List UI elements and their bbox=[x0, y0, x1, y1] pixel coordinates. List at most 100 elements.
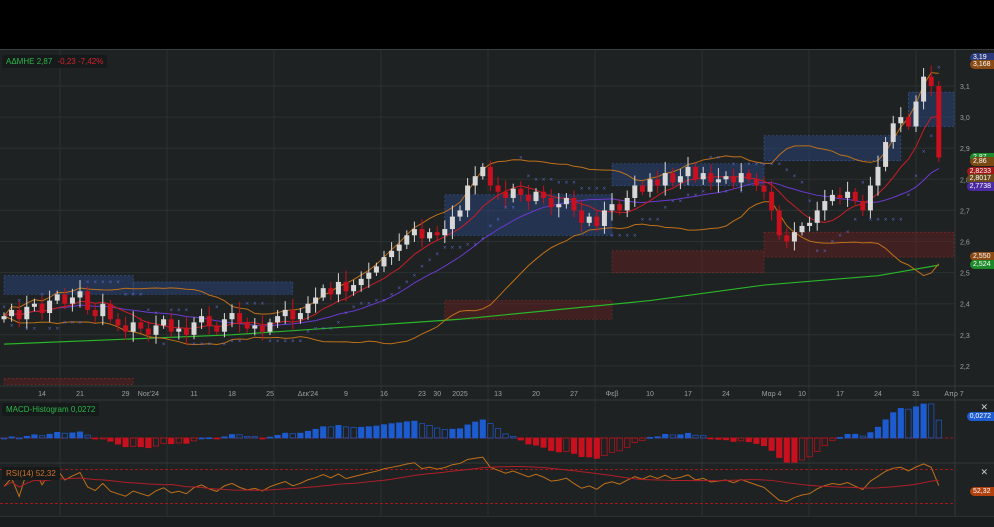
candle-up bbox=[867, 185, 873, 211]
sar-marker: × bbox=[663, 205, 667, 211]
macd-bar bbox=[935, 419, 942, 439]
macd-bar bbox=[335, 425, 342, 439]
sar-marker: × bbox=[739, 190, 743, 196]
sar-marker: × bbox=[701, 190, 705, 196]
candle-down bbox=[92, 309, 98, 317]
sar-marker: × bbox=[276, 339, 280, 345]
x-tick-label: 24 bbox=[722, 391, 730, 398]
candle-down bbox=[708, 173, 714, 183]
candle-up bbox=[472, 176, 478, 186]
sar-marker: × bbox=[793, 174, 797, 180]
candle-up bbox=[913, 101, 919, 127]
candle-down bbox=[761, 185, 767, 192]
drawing-toolbar[interactable] bbox=[0, 516, 994, 527]
candle-down bbox=[206, 316, 212, 326]
price-badge: 2,8017 bbox=[966, 173, 994, 183]
y-tick-label: 2,7 bbox=[960, 208, 970, 215]
macd-bar bbox=[646, 437, 654, 439]
candle-up bbox=[700, 173, 706, 180]
sar-marker: × bbox=[815, 249, 819, 255]
macd-bar bbox=[183, 437, 190, 444]
sar-marker: × bbox=[25, 327, 29, 333]
candle-up bbox=[829, 194, 835, 202]
x-tick-label: 16 bbox=[380, 391, 388, 398]
macd-bar bbox=[38, 435, 46, 439]
supply-zone bbox=[763, 135, 902, 161]
sar-marker: × bbox=[595, 187, 599, 193]
macd-bar bbox=[548, 437, 555, 451]
price-change-pct: -7,42% bbox=[77, 57, 104, 66]
demand-zone bbox=[444, 300, 613, 320]
y-tick-label: 2,2 bbox=[960, 364, 970, 371]
x-tick-label: 17 bbox=[836, 391, 844, 398]
price-change: -0,23 bbox=[57, 57, 76, 66]
macd-bar bbox=[806, 437, 813, 458]
candle-down bbox=[905, 117, 911, 127]
macd-bar bbox=[494, 428, 502, 439]
candle-up bbox=[389, 250, 395, 258]
macd-bar bbox=[563, 437, 570, 452]
sar-marker: × bbox=[420, 264, 424, 270]
sar-marker: × bbox=[519, 156, 523, 162]
macd-bar bbox=[23, 435, 30, 439]
macd-bar bbox=[601, 437, 608, 457]
candle-up bbox=[176, 328, 182, 332]
candle-down bbox=[39, 303, 45, 314]
candle-down bbox=[419, 229, 425, 239]
sar-marker: × bbox=[215, 305, 219, 311]
x-tick-label: 18 bbox=[228, 391, 236, 398]
chart-container[interactable]: 2,2 2,3 2,4 2,5 2,6 2,7 2,8 2,9 3,0 3,1 14 21 29 Noε'… bbox=[0, 49, 994, 527]
x-tick-label: 25 bbox=[266, 391, 274, 398]
macd-bar bbox=[776, 437, 783, 458]
macd-bar bbox=[114, 437, 122, 445]
candle-up bbox=[47, 300, 53, 314]
sar-marker: × bbox=[511, 205, 515, 211]
sar-marker: × bbox=[435, 252, 439, 258]
sar-marker: × bbox=[625, 233, 629, 239]
sar-marker: × bbox=[299, 339, 303, 345]
macd-bar bbox=[555, 437, 562, 453]
macd-label: MACD-Histogram bbox=[6, 405, 69, 414]
macd-bar bbox=[396, 422, 403, 439]
candle-down bbox=[594, 216, 600, 226]
candle-up bbox=[685, 166, 691, 177]
macd-bar bbox=[228, 434, 236, 439]
sar-marker: × bbox=[230, 339, 234, 345]
macd-bar bbox=[304, 430, 312, 439]
macd-bar bbox=[145, 437, 152, 449]
sar-marker: × bbox=[207, 342, 211, 348]
candle-down bbox=[115, 319, 121, 326]
candle-down bbox=[244, 322, 250, 329]
candle-up bbox=[335, 281, 341, 295]
chart-canvas[interactable]: 2,22,32,42,52,62,72,82,93,03,114 21 29 Noε'… bbox=[0, 50, 994, 527]
macd-bar bbox=[570, 437, 578, 454]
macd-bar bbox=[54, 431, 61, 439]
macd-bar bbox=[160, 437, 167, 444]
sar-marker: × bbox=[223, 342, 227, 348]
candle-down bbox=[434, 232, 440, 236]
macd-bar bbox=[69, 432, 76, 439]
candle-down bbox=[290, 309, 296, 320]
sar-marker: × bbox=[876, 218, 880, 224]
sar-marker: × bbox=[359, 302, 363, 308]
sar-marker: × bbox=[565, 180, 569, 186]
candle-up bbox=[427, 232, 433, 239]
sar-marker: × bbox=[785, 168, 789, 174]
macd-bar bbox=[677, 434, 684, 439]
close-rsi-icon[interactable]: ✕ bbox=[980, 467, 988, 478]
sar-marker: × bbox=[527, 174, 531, 180]
macd-bar bbox=[342, 426, 350, 439]
sar-marker: × bbox=[922, 149, 926, 155]
macd-bar bbox=[586, 437, 593, 458]
sar-marker: × bbox=[177, 308, 181, 314]
candle-up bbox=[715, 179, 721, 183]
macd-bar bbox=[502, 433, 509, 439]
macd-bar bbox=[867, 432, 874, 439]
candle-up bbox=[199, 316, 205, 323]
macd-bar bbox=[608, 437, 616, 453]
bollinger-upper bbox=[3, 72, 939, 317]
sar-marker: × bbox=[838, 233, 842, 239]
macd-bar bbox=[380, 424, 388, 439]
candle-down bbox=[525, 194, 531, 202]
candle-up bbox=[252, 325, 258, 329]
